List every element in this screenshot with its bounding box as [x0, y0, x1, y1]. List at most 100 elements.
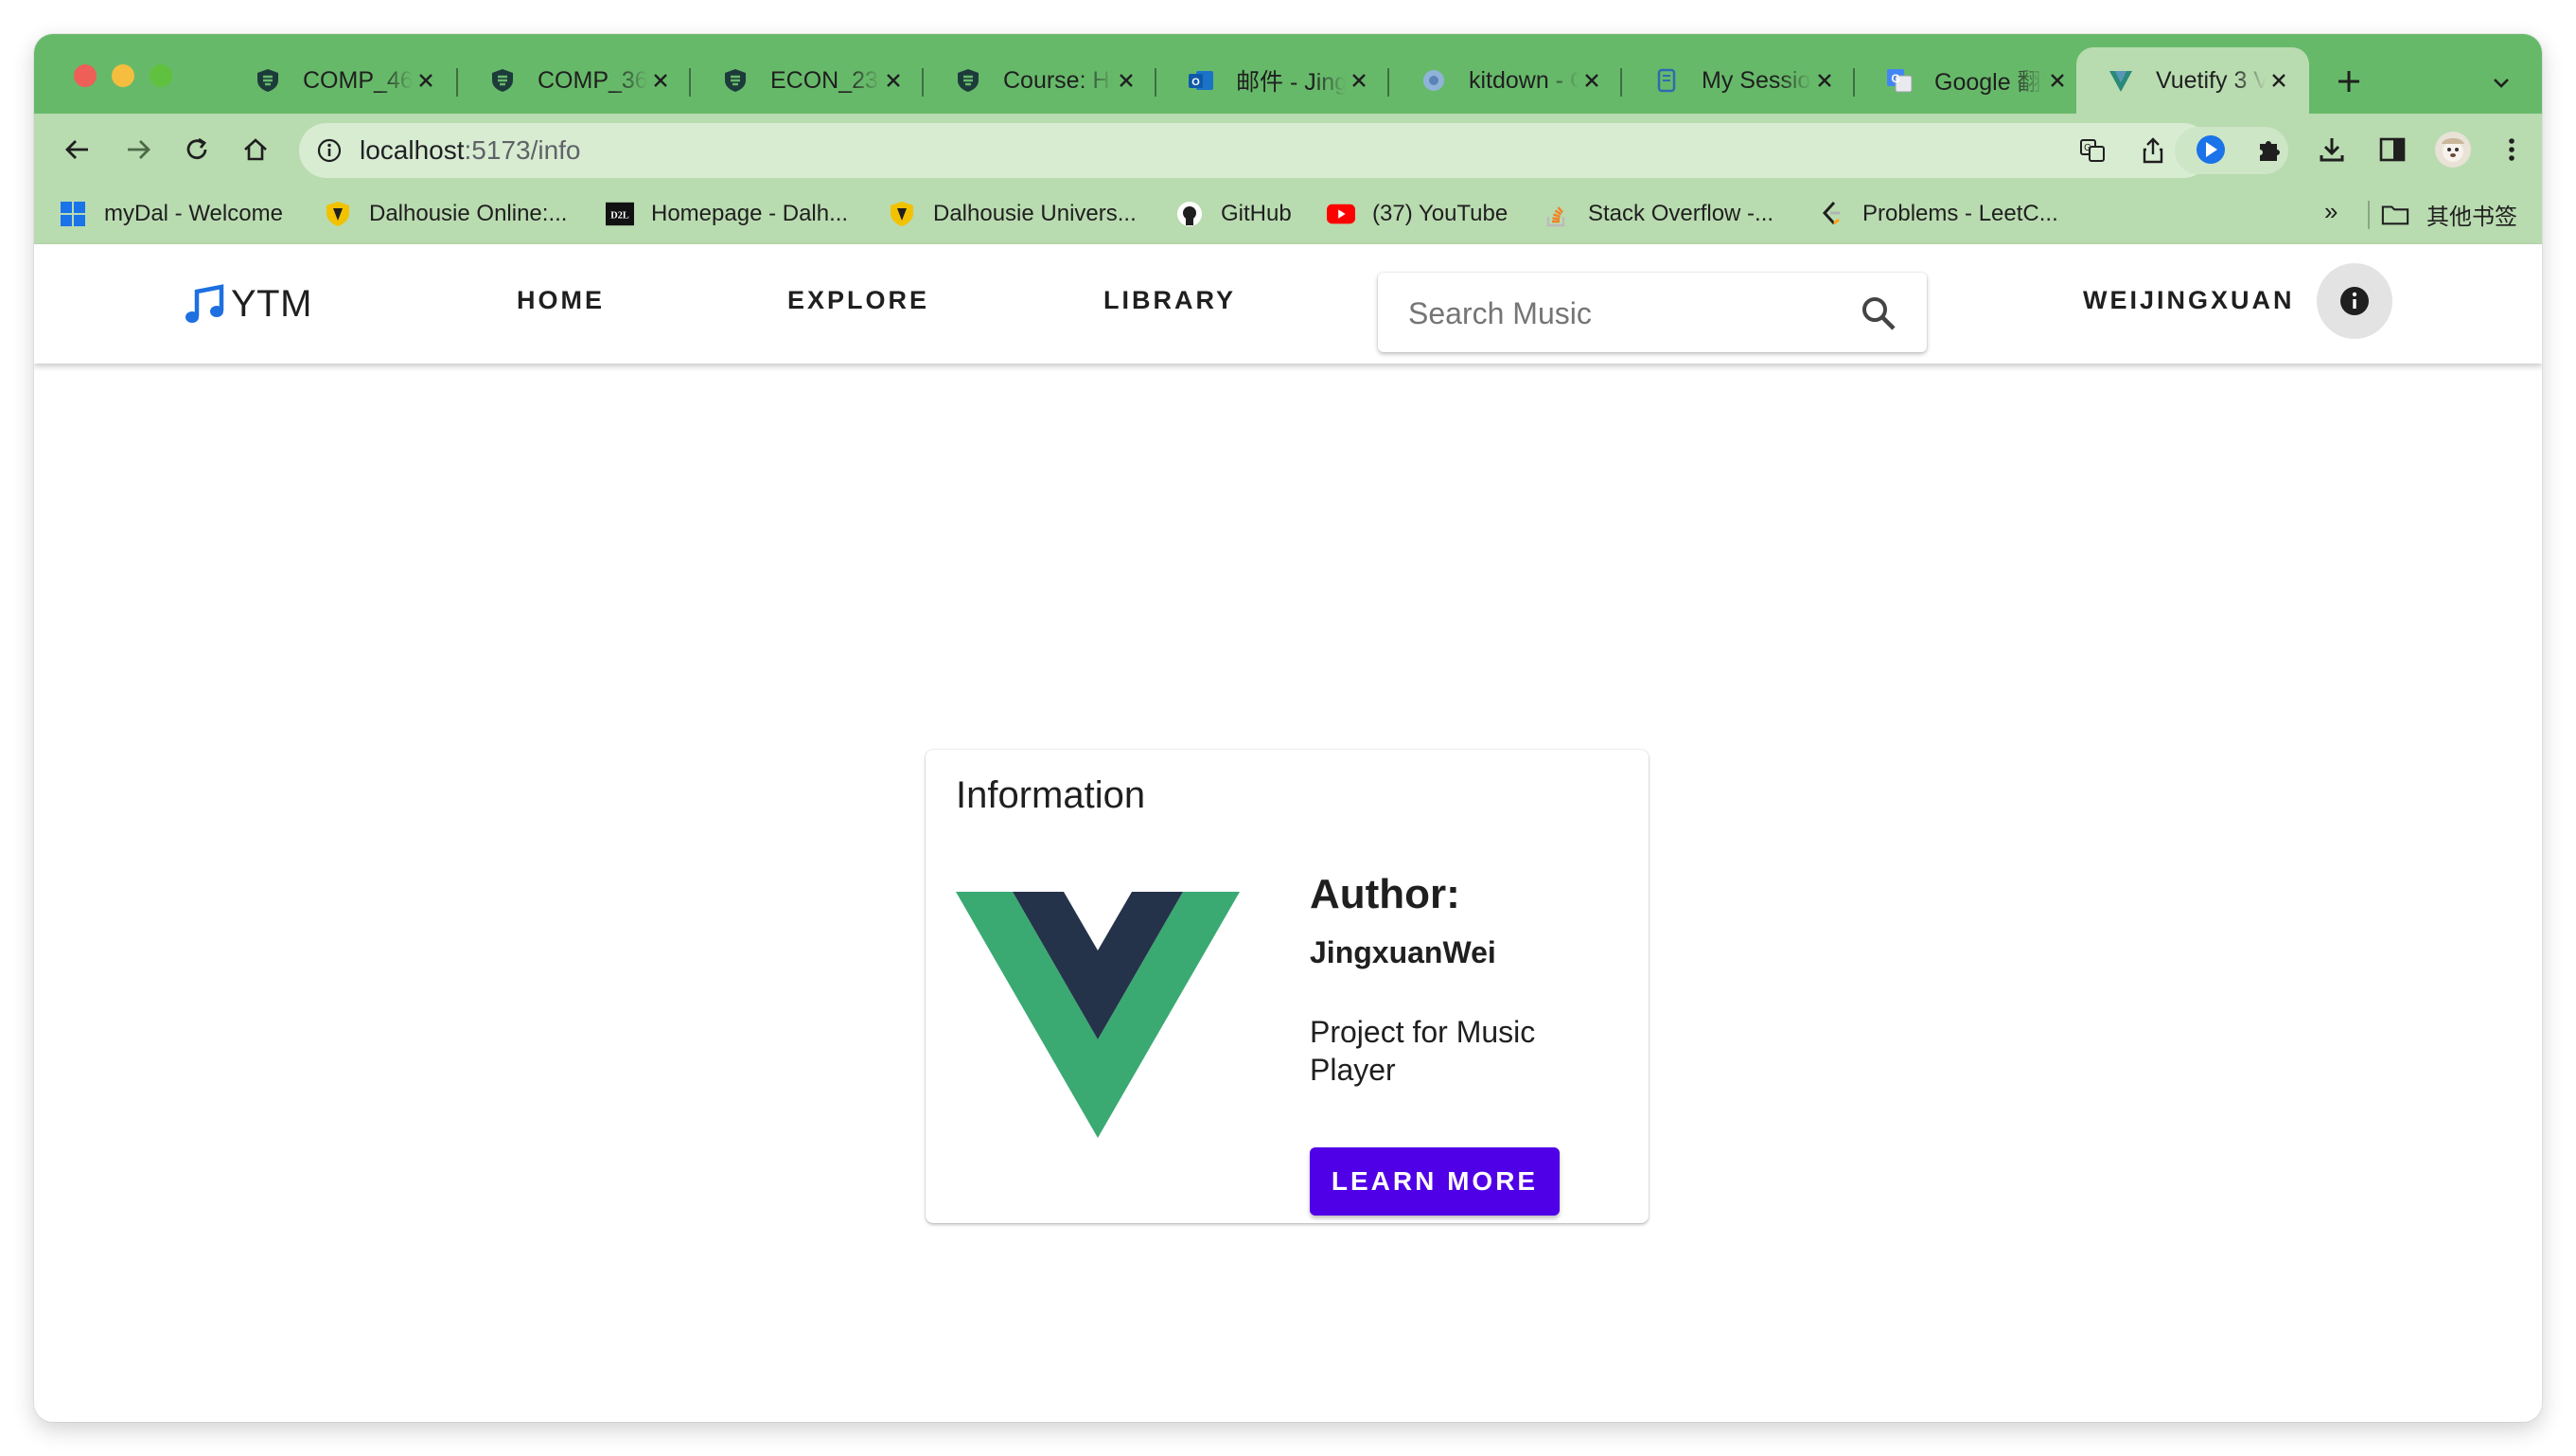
browser-tab[interactable]: My Session [1622, 47, 1855, 114]
url-path: :5173/info [464, 135, 581, 165]
svg-text:G: G [2084, 143, 2091, 153]
nav-library[interactable]: LIBRARY [1103, 286, 1236, 315]
kitdown-icon [1420, 66, 1448, 95]
shield-icon [721, 66, 750, 95]
close-icon[interactable] [880, 67, 907, 94]
close-icon[interactable] [1579, 67, 1605, 94]
more-menu-icon[interactable] [2493, 131, 2531, 169]
browser-tab[interactable]: COMP_4621 - [223, 47, 456, 114]
url-host: localhost [360, 135, 465, 165]
app-bar: YTM HOME EXPLORE LIBRARY WEIJINGXUAN [34, 244, 2542, 364]
shield-icon [254, 66, 282, 95]
tab-title: Google 翻译 [1934, 69, 2044, 96]
bookmark-label: Dalhousie Univers... [933, 201, 1137, 226]
page-content: YTM HOME EXPLORE LIBRARY WEIJINGXUAN Inf… [34, 244, 2542, 1422]
leetcode-icon [1817, 200, 1845, 228]
close-icon[interactable] [2266, 67, 2292, 94]
tab-title: Course: Hist [1003, 66, 1113, 94]
tab-title: COMP_3650 - [538, 66, 647, 94]
site-info-icon[interactable] [316, 137, 343, 164]
nav-explore[interactable]: EXPLORE [787, 286, 929, 315]
bookmark-label: myDal - Welcome [104, 201, 283, 226]
windows-icon [59, 200, 87, 228]
forward-button[interactable] [119, 131, 157, 169]
search-input[interactable] [1406, 292, 1845, 335]
home-button[interactable] [237, 131, 274, 169]
bookmark-item[interactable]: GitHub [1175, 195, 1292, 233]
other-bookmarks-folder[interactable]: 其他书签 [2381, 195, 2517, 233]
new-tab-button[interactable] [2330, 62, 2368, 100]
bookmark-item[interactable]: Dalhousie Univers... [888, 195, 1137, 233]
project-description: Project for Music Player [1310, 1015, 1536, 1087]
info-icon [2340, 287, 2369, 315]
url-text: localhost:5173/info [360, 135, 581, 166]
bookmark-item[interactable]: myDal - Welcome [59, 195, 283, 233]
browser-tab-active[interactable]: Vuetify 3 Vite [2076, 47, 2309, 114]
outlook-icon: O [1187, 66, 1215, 95]
browser-tab[interactable]: COMP_3650 - [458, 47, 691, 114]
minimize-window-button[interactable] [112, 64, 134, 87]
extension-icon[interactable] [2192, 131, 2230, 169]
puzzle-icon[interactable] [2250, 131, 2288, 169]
address-bar[interactable]: localhost:5173/info G [299, 123, 2228, 178]
close-icon[interactable] [647, 67, 674, 94]
shield-icon [488, 66, 517, 95]
d2l-icon: D2L [606, 200, 634, 228]
browser-tab[interactable]: O 邮件 - Jingxuan [1156, 47, 1389, 114]
translate-icon[interactable]: G [2078, 136, 2107, 165]
nav-home[interactable]: HOME [517, 286, 605, 315]
shield-icon [954, 66, 982, 95]
chevron-down-icon[interactable] [2485, 66, 2517, 98]
info-button[interactable] [2317, 263, 2392, 339]
browser-tab[interactable]: Course: Hist [924, 47, 1156, 114]
close-icon[interactable] [1113, 67, 1139, 94]
bookmark-item[interactable]: Problems - LeetC... [1817, 195, 2058, 233]
bookmark-item[interactable]: (37) YouTube [1327, 195, 1508, 233]
tab-title: kitdown - Git [1469, 66, 1579, 94]
browser-tab[interactable]: G Google 翻译 [1855, 47, 2088, 114]
bookmark-item[interactable]: D2L Homepage - Dalh... [606, 195, 848, 233]
tab-title: 邮件 - Jingxuan [1236, 69, 1346, 96]
username[interactable]: WEIJINGXUAN [2083, 286, 2295, 315]
close-icon[interactable] [2044, 67, 2071, 94]
brand-logo[interactable]: YTM [184, 271, 312, 337]
share-icon[interactable] [2139, 136, 2167, 165]
browser-tab[interactable]: ECON_2330 - [691, 47, 924, 114]
bookmark-item[interactable]: Stack Overflow -... [1543, 195, 1773, 233]
author-label: Author: [1310, 871, 1460, 917]
bookmark-label: Stack Overflow -... [1588, 201, 1774, 226]
tab-title: Vuetify 3 Vite [2156, 66, 2266, 94]
youtube-icon [1327, 200, 1355, 228]
browser-tab[interactable]: kitdown - Git [1389, 47, 1622, 114]
vuetify-icon [2107, 66, 2135, 95]
browser-toolbar: localhost:5173/info G [34, 114, 2542, 186]
browser-window: COMP_4621 - COMP_3650 - ECON_2330 - Cour… [34, 34, 2542, 1422]
close-icon[interactable] [1811, 67, 1838, 94]
side-panel-icon[interactable] [2373, 131, 2411, 169]
reload-button[interactable] [178, 131, 216, 169]
svg-text:D2L: D2L [610, 211, 629, 222]
vue-logo [956, 892, 1240, 1138]
close-icon[interactable] [413, 67, 439, 94]
music-note-icon [185, 284, 224, 323]
google-translate-icon: G [1885, 66, 1914, 95]
learn-more-button[interactable]: LEARN MORE [1310, 1147, 1560, 1216]
profile-avatar[interactable] [2434, 131, 2472, 169]
folder-icon [2381, 200, 2409, 228]
tab-title: COMP_4621 - [303, 66, 413, 94]
close-window-button[interactable] [74, 64, 97, 87]
close-icon[interactable] [1346, 67, 1372, 94]
tab-strip: COMP_4621 - COMP_3650 - ECON_2330 - Cour… [34, 34, 2542, 114]
bookmarks-bar: myDal - Welcome Dalhousie Online:... D2L… [34, 186, 2542, 245]
bookmark-item[interactable]: Dalhousie Online:... [324, 195, 567, 233]
search-box [1378, 273, 1927, 352]
github-icon [1175, 200, 1204, 228]
bookmark-label: 其他书签 [2426, 204, 2517, 230]
search-icon[interactable] [1859, 293, 1898, 333]
maximize-window-button[interactable] [150, 64, 172, 87]
back-button[interactable] [59, 131, 97, 169]
session-icon [1652, 66, 1681, 95]
bookmarks-overflow-button[interactable]: » [2324, 197, 2338, 226]
download-icon[interactable] [2313, 131, 2351, 169]
dal-crest-icon [324, 200, 352, 228]
